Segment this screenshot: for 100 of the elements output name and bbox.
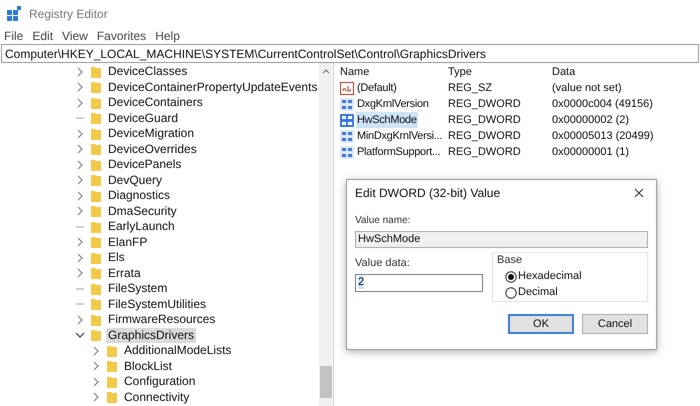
chevron-right-icon[interactable] [75,66,85,77]
chevron-right-icon[interactable] [75,82,85,92]
radio-icon[interactable] [505,270,517,282]
tree-item[interactable]: GraphicsDrivers [106,328,196,343]
address-bar[interactable]: Computer\HKEY_LOCAL_MACHINE\SYSTEM\CurrentControlSet\Control\GraphicsDrivers [1,44,699,63]
menu-item[interactable]: Favorites [96,27,146,45]
column-header[interactable]: Type [448,64,552,80]
tree-item[interactable]: DevQuery [106,172,164,188]
tree-item[interactable]: Els [106,250,127,266]
folder-icon [90,173,102,188]
chevron-right-icon[interactable] [75,98,85,108]
binary-value-icon [340,146,354,158]
tree-item[interactable]: Diagnostics [106,188,172,204]
folder-icon [90,220,102,234]
scrollbar[interactable] [319,63,332,406]
value-data-field[interactable]: 2 [355,274,483,292]
tree-item[interactable]: DeviceContainers [106,95,205,110]
tree-item[interactable]: ElanFP [106,234,150,250]
tree-item[interactable]: DeviceOverrides [106,142,199,157]
tree-item[interactable]: FileSystem [106,281,170,296]
chevron-right-icon[interactable] [75,237,85,248]
string-value-icon [340,82,354,94]
value-name-field[interactable]: HwSchMode [355,231,648,248]
field-label: Value data: [355,256,411,271]
value-data: 0x00000002 (2) [552,112,630,128]
value-name[interactable]: MinDxgKrnlVersi... [356,128,444,144]
binary-value-icon [340,98,354,110]
chevron-right-icon[interactable] [75,144,85,154]
folder-icon [90,235,102,250]
tree-item[interactable]: Connectivity [122,390,192,405]
chevron-right-icon[interactable] [91,392,101,402]
folder-icon [90,142,102,156]
folder-icon [90,204,102,218]
folder-icon [90,282,102,296]
chevron-right-icon[interactable] [75,268,85,278]
scroll-up-icon[interactable] [322,68,330,74]
tree-item[interactable]: DeviceMigration [106,126,196,142]
ok-button[interactable]: OK [508,314,574,334]
folder-icon [90,158,102,172]
chevron-right-icon[interactable] [75,128,85,139]
tree-item[interactable]: EarlyLaunch [106,219,177,234]
chevron-right-icon[interactable] [75,175,85,186]
group-label: Base [497,253,524,268]
value-data: (value not set) [552,80,622,96]
folder-icon [106,390,118,404]
chevron-right-icon[interactable] [75,160,85,170]
column-header[interactable]: Name [340,64,448,80]
tree-item[interactable]: FirmwareResources [106,312,218,328]
folder-icon [90,96,102,110]
chevron-right-icon[interactable] [91,361,101,372]
binary-value-icon [340,114,354,126]
column-header[interactable]: Data [552,64,576,80]
value-name[interactable]: DxgKrnlVersion [356,96,430,112]
value-name[interactable]: PlatformSupport... [356,144,442,160]
folder-icon [90,80,102,94]
folder-icon [106,344,118,358]
value-data: 0x00000001 (1) [552,144,630,160]
chevron-right-icon[interactable] [75,252,85,263]
tree-item[interactable]: FileSystemUtilities [106,296,208,312]
scrollbar-thumb[interactable] [320,366,332,398]
folder-icon [90,312,102,327]
tree-item[interactable]: Errata [106,266,143,281]
base-radio[interactable]: Hexadecimal [505,268,643,284]
menu-item[interactable]: View [62,27,88,45]
field-label: Value name: [355,214,412,228]
value-type: REG_DWORD [448,96,522,112]
value-name[interactable]: (Default) [356,80,398,96]
folder-icon [106,374,118,389]
chevron-right-icon[interactable] [75,190,85,201]
folder-icon [90,297,102,312]
chevron-down-icon[interactable] [75,330,85,340]
tree-item[interactable]: DeviceGuard [106,110,180,126]
binary-value-icon [340,130,354,142]
tree-item[interactable]: DmaSecurity [106,204,179,219]
tree-item[interactable]: DevicePanels [106,157,184,172]
close-icon[interactable] [634,188,644,198]
menu-item[interactable]: Help [155,27,180,45]
cancel-button[interactable]: Cancel [582,314,648,334]
menu-item[interactable]: Edit [32,27,54,45]
tree-item[interactable]: AdditionalModeLists [122,343,234,358]
value-type: REG_DWORD [448,112,522,128]
radio-icon[interactable] [505,286,517,298]
registry-app-icon [6,6,22,22]
window-title: Registry Editor [29,6,108,23]
folder-icon [90,266,102,280]
chevron-right-icon[interactable] [75,314,85,325]
folder-icon [90,188,102,203]
dialog-title: Edit DWORD (32-bit) Value [355,185,500,202]
menu-item[interactable]: File [4,27,24,45]
tree-item[interactable]: Configuration [122,374,198,390]
tree-item[interactable]: DeviceClasses [106,64,190,80]
value-type: REG_DWORD [448,144,522,160]
tree-item[interactable]: BlockList [122,358,174,374]
folder-icon [90,250,102,265]
value-name[interactable]: HwSchMode [356,112,418,128]
chevron-right-icon[interactable] [91,376,101,387]
chevron-right-icon[interactable] [91,346,101,356]
chevron-right-icon[interactable] [75,206,85,216]
tree-item[interactable]: DeviceContainerPropertyUpdateEvents [106,80,320,95]
base-radio[interactable]: Decimal [505,284,643,300]
